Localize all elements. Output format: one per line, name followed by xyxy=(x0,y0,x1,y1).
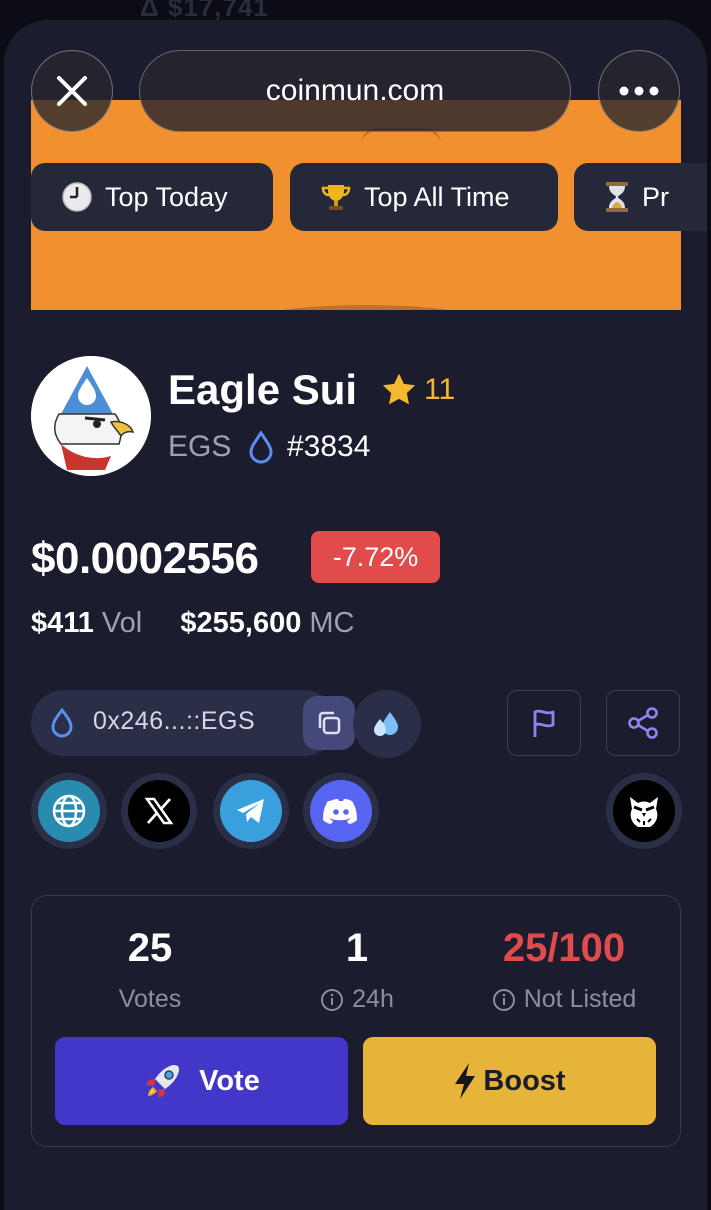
tab-top-today[interactable]: Top Today xyxy=(31,163,273,231)
votes-stat: 25 Votes xyxy=(50,926,250,1014)
price-change-badge: -7.72% xyxy=(311,531,440,583)
copy-address-button[interactable] xyxy=(303,696,355,750)
lightning-icon xyxy=(455,1063,476,1099)
community-link[interactable] xyxy=(606,773,682,849)
market-stats: $411 Vol $255,600 MC xyxy=(31,607,354,640)
market-cap-value: $255,600 xyxy=(180,607,302,639)
volume-label: Vol xyxy=(101,607,143,639)
listing-progress-value: 25/100 xyxy=(502,926,626,970)
contract-address-pill[interactable]: 0x246...::EGS xyxy=(31,690,355,756)
hourglass-icon xyxy=(604,181,630,213)
info-icon[interactable] xyxy=(320,988,344,1012)
token-price: $0.0002556 xyxy=(31,534,259,583)
tab-top-all-time[interactable]: Top All Time xyxy=(290,163,558,231)
share-icon xyxy=(628,707,658,739)
contract-address: 0x246...::EGS xyxy=(93,707,256,735)
telegram-link[interactable] xyxy=(213,773,289,849)
flag-icon xyxy=(533,709,555,737)
report-button[interactable] xyxy=(507,690,581,756)
globe-icon xyxy=(52,794,86,828)
vote-button[interactable]: Vote xyxy=(55,1037,348,1125)
market-cap-label: MC xyxy=(309,607,355,639)
volume-value: $411 xyxy=(31,607,94,639)
tab-label: Top Today xyxy=(105,181,228,212)
tab-label: Pr xyxy=(642,181,669,212)
discord-icon xyxy=(323,799,357,824)
votes-label: Votes xyxy=(118,985,182,1013)
info-icon[interactable] xyxy=(492,988,516,1012)
trophy-icon xyxy=(320,181,352,213)
vote-label: Vote xyxy=(199,1064,260,1097)
more-options-button[interactable] xyxy=(598,50,680,132)
tab-label: Top All Time xyxy=(364,181,510,212)
url-bar[interactable]: coinmun.com xyxy=(139,50,571,132)
votes-24h-value: 1 xyxy=(345,926,369,970)
rocket-icon xyxy=(146,1065,180,1098)
token-logo xyxy=(31,356,151,476)
discord-link[interactable] xyxy=(303,773,379,849)
sui-chain-icon xyxy=(249,430,273,464)
token-rank: #3834 xyxy=(287,430,371,463)
tab-promoted[interactable]: Pr xyxy=(574,163,707,231)
tab-bar: Top Today Top All Time Pr xyxy=(31,163,707,231)
star-icon[interactable] xyxy=(380,372,418,408)
vote-card: 25 Votes 1 24h 25/100 Not Listed Vote Bo… xyxy=(31,895,681,1147)
sui-drop-icon xyxy=(51,708,73,738)
token-ticker: EGS xyxy=(168,430,232,463)
listing-stat: 25/100 Not Listed xyxy=(464,926,664,1014)
copy-icon xyxy=(318,711,341,735)
website-link[interactable] xyxy=(31,773,107,849)
url-text: coinmun.com xyxy=(265,74,445,107)
owl-icon xyxy=(630,797,658,827)
more-dots-icon xyxy=(619,86,659,96)
browser-sheet: coinmun.com Top Today Top All Time Pr Ea… xyxy=(4,20,707,1210)
close-icon xyxy=(57,76,87,106)
listing-status-label: Not Listed xyxy=(523,985,637,1013)
telegram-icon xyxy=(237,799,264,823)
votes-24h-label: 24h xyxy=(352,985,394,1013)
favorite-count: 11 xyxy=(424,373,456,406)
votes-value: 25 xyxy=(127,926,173,970)
x-twitter-icon xyxy=(144,797,174,825)
close-button[interactable] xyxy=(31,50,113,132)
clock-icon xyxy=(61,181,93,213)
token-name: Eagle Sui xyxy=(168,366,358,413)
share-button[interactable] xyxy=(606,690,680,756)
swap-dex-button[interactable] xyxy=(353,690,421,758)
boost-button[interactable]: Boost xyxy=(363,1037,656,1125)
x-twitter-link[interactable] xyxy=(121,773,197,849)
water-drops-icon xyxy=(374,712,398,736)
boost-label: Boost xyxy=(483,1064,566,1097)
votes-24h-stat: 1 24h xyxy=(257,926,457,1014)
